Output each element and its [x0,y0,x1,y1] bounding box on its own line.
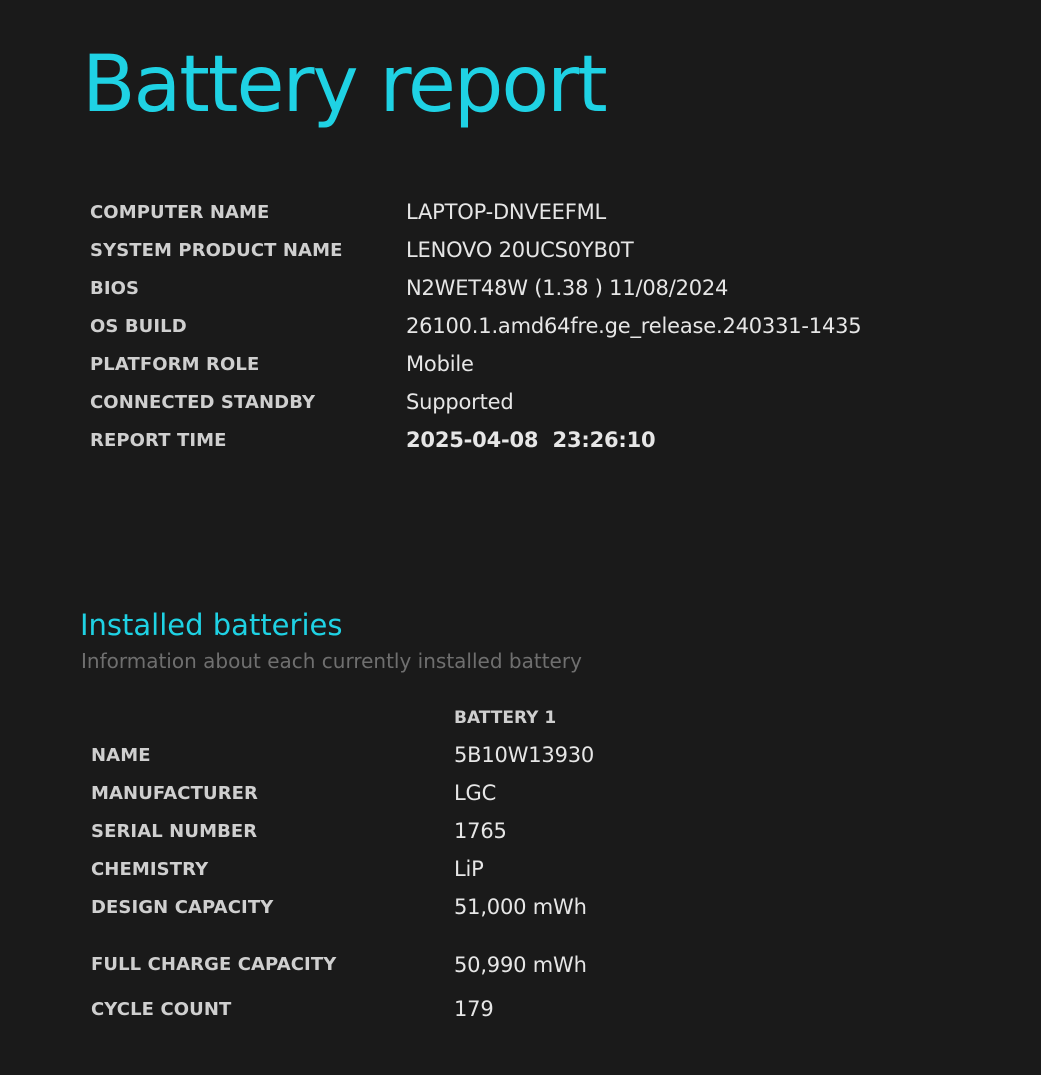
battery-value: 1765 [454,819,507,843]
system-info-value: 26100.1.amd64fre.ge_release.240331-1435 [406,314,862,338]
battery-row-design-capacity: DESIGN CAPACITY 51,000 mWh [91,888,594,926]
system-info-row-bios: BIOS N2WET48W (1.38 ) 11/08/2024 [90,269,861,307]
page-title: Battery report [82,40,608,130]
battery-label: NAME [91,744,151,766]
system-info-row-report-time: REPORT TIME 2025-04-08 23:26:10 [90,421,861,459]
battery-row-chemistry: CHEMISTRY LiP [91,850,594,888]
battery-table-header-row: BATTERY 1 [91,700,594,736]
battery-column-header: BATTERY 1 [454,708,557,728]
system-info-label: SYSTEM PRODUCT NAME [90,239,343,261]
system-info-row-os-build: OS BUILD 26100.1.amd64fre.ge_release.240… [90,307,862,345]
system-info-table: COMPUTER NAME LAPTOP-DNVEEFML SYSTEM PRO… [90,193,862,459]
battery-label: CYCLE COUNT [91,998,232,1020]
system-info-value: Mobile [406,352,474,376]
report-time-value: 2025-04-08 23:26:10 [406,428,656,452]
system-info-label: COMPUTER NAME [90,201,270,223]
system-info-row-system-product-name: SYSTEM PRODUCT NAME LENOVO 20UCS0YB0T [90,231,861,269]
battery-label: SERIAL NUMBER [91,820,258,842]
battery-label: FULL CHARGE CAPACITY [91,954,337,975]
system-info-value: N2WET48W (1.38 ) 11/08/2024 [406,276,729,300]
battery-row-cycle-count: CYCLE COUNT 179 [91,990,594,1028]
installed-batteries-description: Information about each currently install… [81,649,582,673]
system-info-label: BIOS [90,277,140,299]
system-info-value: LENOVO 20UCS0YB0T [406,238,634,262]
battery-value: 179 [454,997,494,1021]
system-info-label: PLATFORM ROLE [90,353,260,375]
system-info-row-connected-standby: CONNECTED STANDBY Supported [90,383,861,421]
battery-row-name: NAME 5B10W13930 [91,736,594,774]
installed-batteries-table: BATTERY 1 NAME 5B10W13930 MANUFACTURER L… [91,700,594,1028]
installed-batteries-title: Installed batteries [80,608,343,642]
battery-row-full-charge-capacity: FULL CHARGE CAPACITY 50,990 mWh [91,926,594,990]
system-info-label: REPORT TIME [90,429,227,451]
system-info-row-computer-name: COMPUTER NAME LAPTOP-DNVEEFML [90,193,861,231]
battery-label: DESIGN CAPACITY [91,896,274,918]
system-info-value: LAPTOP-DNVEEFML [406,200,607,224]
battery-value: LiP [454,857,484,881]
battery-value: 50,990 mWh [454,952,587,977]
battery-row-manufacturer: MANUFACTURER LGC [91,774,594,812]
battery-row-serial-number: SERIAL NUMBER 1765 [91,812,594,850]
battery-value: 51,000 mWh [454,895,587,919]
system-info-value: Supported [406,390,514,414]
battery-label: CHEMISTRY [91,858,209,880]
battery-label: MANUFACTURER [91,782,259,804]
system-info-row-platform-role: PLATFORM ROLE Mobile [90,345,861,383]
battery-value: LGC [454,781,497,805]
system-info-label: CONNECTED STANDBY [90,391,316,413]
battery-table-header-spacer [91,700,454,736]
system-info-label: OS BUILD [90,315,187,337]
battery-value: 5B10W13930 [454,743,595,767]
